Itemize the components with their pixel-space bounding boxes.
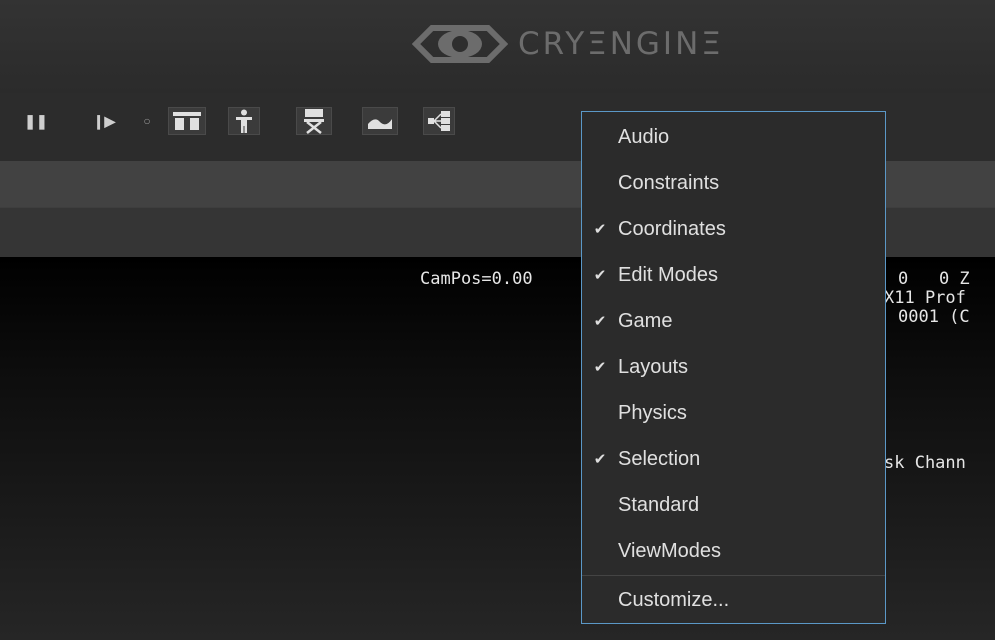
viewport-info-text: 0 0 Z: [898, 269, 970, 289]
pause-icon[interactable]: ❚❚: [22, 107, 50, 135]
menu-item-label: Edit Modes: [618, 263, 719, 286]
menu-item-label: Physics: [618, 401, 687, 424]
menu-item-physics[interactable]: Physics: [582, 391, 885, 435]
menu-item-label: Layouts: [618, 355, 689, 378]
menu-item-selection[interactable]: ✔ Selection: [582, 437, 885, 481]
menu-item-label: Audio: [618, 125, 670, 148]
viewport-info-text: sk Chann: [884, 453, 966, 473]
menu-item-label: Customize...: [618, 588, 730, 611]
step-icon[interactable]: ❙▶: [90, 107, 118, 135]
menu-item-label: Game: [618, 309, 673, 332]
check-icon: ✔: [593, 221, 607, 238]
menu-item-constraints[interactable]: Constraints: [582, 161, 885, 205]
viewport-info-text: 0001 (C: [898, 307, 970, 327]
menu-item-label: Coordinates: [618, 217, 726, 240]
check-icon: ✔: [593, 451, 607, 468]
menu-item-label: Constraints: [618, 171, 720, 194]
menu-item-coordinates[interactable]: ✔ Coordinates: [582, 207, 885, 251]
flowgraph-icon[interactable]: [423, 107, 455, 135]
menu-item-game[interactable]: ✔ Game: [582, 299, 885, 343]
menu-item-label: Selection: [618, 447, 701, 470]
record-dot-icon[interactable]: ○: [133, 107, 161, 135]
menu-item-standard[interactable]: Standard: [582, 483, 885, 527]
menu-item-label: ViewModes: [618, 539, 722, 562]
menu-item-label: Standard: [618, 493, 700, 516]
viewport-campos-text: CamPos=0.00: [420, 269, 533, 289]
character-icon[interactable]: [228, 107, 260, 135]
layout-icon[interactable]: [168, 107, 206, 135]
check-icon: ✔: [593, 313, 607, 330]
terrain-icon[interactable]: [362, 107, 398, 135]
menu-item-viewmodes[interactable]: ViewModes: [582, 529, 885, 573]
menu-item-layouts[interactable]: ✔ Layouts: [582, 345, 885, 389]
menu-item-customize[interactable]: Customize...: [582, 578, 885, 622]
cryengine-eye-icon: [412, 25, 508, 63]
check-icon: ✔: [593, 359, 607, 376]
title-bar: CRYΞNGINΞ: [0, 0, 995, 93]
logo-text: CRYΞNGINΞ: [518, 26, 724, 62]
toolbars-context-menu: Audio Constraints ✔ Coordinates ✔ Edit M…: [581, 111, 886, 624]
menu-separator: [582, 575, 885, 576]
viewport-info-text: X11 Prof: [884, 288, 966, 308]
menu-item-edit-modes[interactable]: ✔ Edit Modes: [582, 253, 885, 297]
cryengine-logo: CRYΞNGINΞ: [412, 22, 724, 66]
menu-item-audio[interactable]: Audio: [582, 115, 885, 159]
check-icon: ✔: [593, 267, 607, 284]
director-chair-icon[interactable]: [296, 107, 332, 135]
